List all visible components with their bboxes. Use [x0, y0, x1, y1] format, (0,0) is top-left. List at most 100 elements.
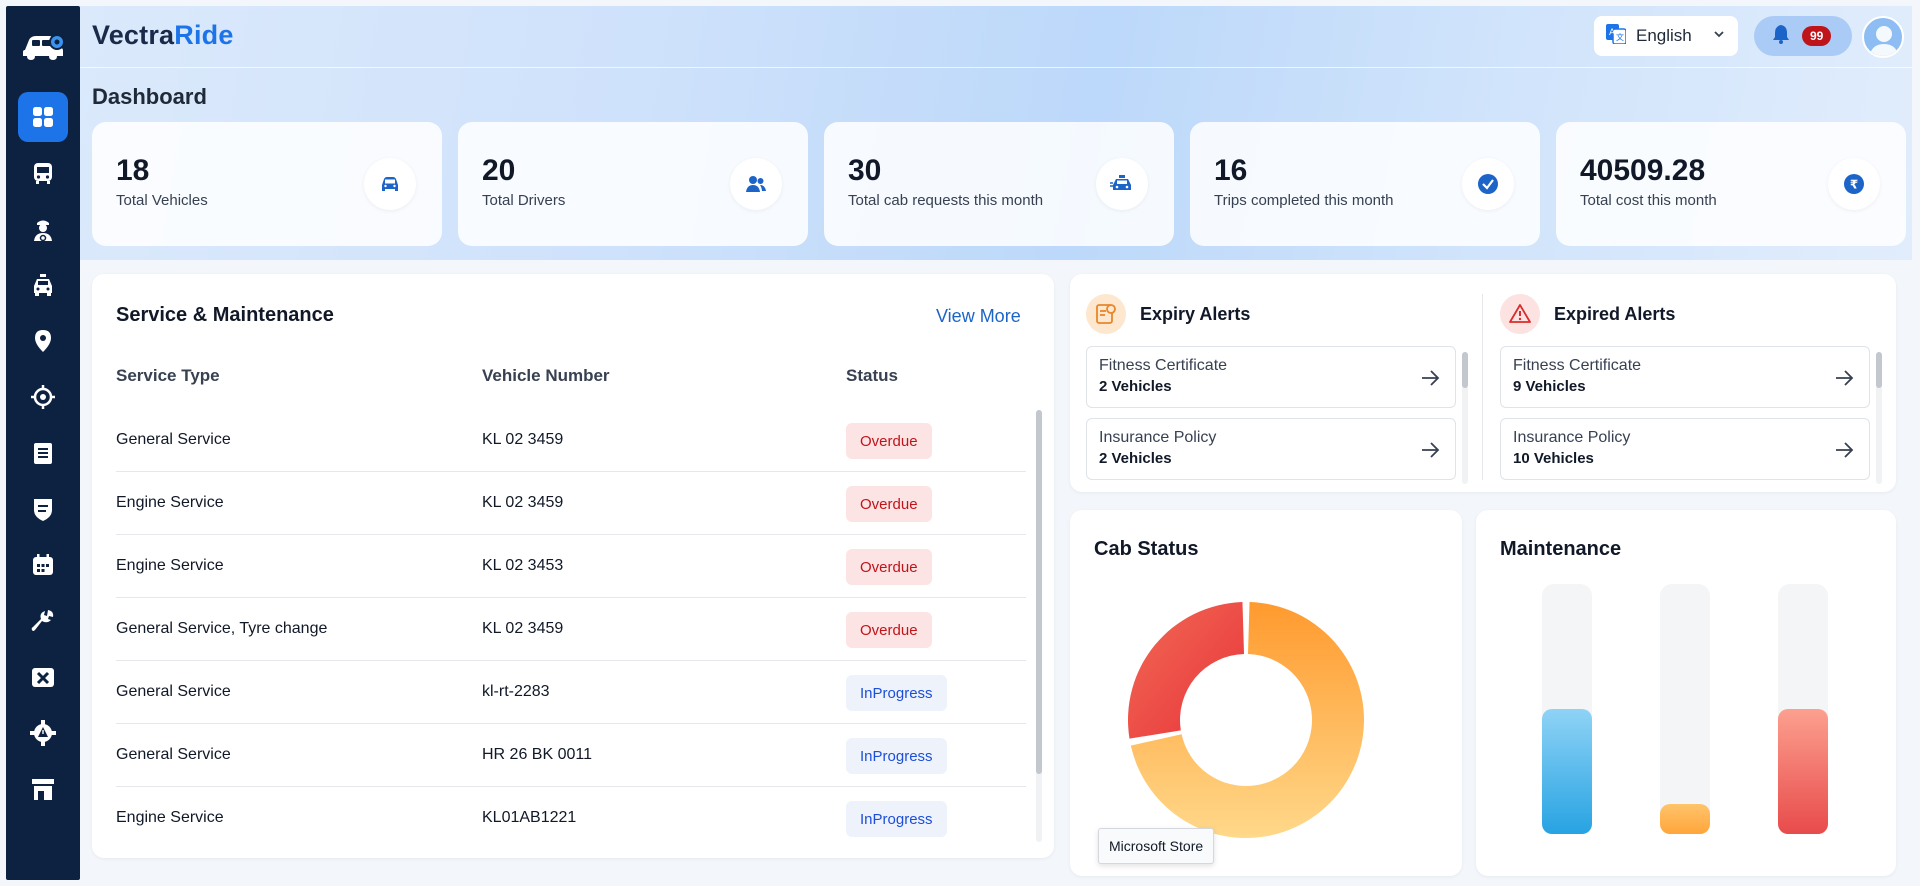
alert-item[interactable]: Insurance Policy 10 Vehicles	[1500, 418, 1870, 480]
service-type-cell: Engine Service	[116, 557, 224, 574]
vehicle-number-cell: kl-rt-2283	[482, 683, 550, 700]
alert-item-count: 10 Vehicles	[1513, 450, 1594, 467]
document-list-icon	[29, 439, 57, 467]
status-badge: Overdue	[846, 486, 932, 522]
maintenance-title: Maintenance	[1500, 538, 1622, 560]
alert-item[interactable]: Fitness Certificate 2 Vehicles	[1086, 346, 1456, 408]
alert-item[interactable]: Insurance Policy 2 Vehicles	[1086, 418, 1456, 480]
language-select[interactable]: A文 English	[1594, 16, 1738, 56]
dashboard-icon	[29, 103, 57, 131]
warning-icon	[1500, 294, 1540, 334]
chevron-down-icon	[1712, 26, 1726, 46]
sidebar-item-crosshair[interactable]	[18, 372, 68, 422]
status-badge: InProgress	[846, 738, 947, 774]
svg-text:文: 文	[1616, 32, 1624, 42]
taskbar-tooltip: Microsoft Store	[1098, 828, 1215, 864]
table-row[interactable]: General Service KL 02 3459 Overdue	[116, 410, 1026, 472]
translate-icon: A文	[1606, 23, 1627, 49]
status-badge: Overdue	[846, 549, 932, 585]
table-row[interactable]: General Service kl-rt-2283 InProgress	[116, 662, 1026, 724]
expiry-alerts-scrollbar[interactable]	[1462, 352, 1468, 484]
sidebar-item-wrench[interactable]	[18, 596, 68, 646]
certificate-icon	[1086, 294, 1126, 334]
sidebar-item-cab[interactable]	[18, 260, 68, 310]
bus-icon	[29, 159, 57, 187]
donut-slice-0[interactable]	[1128, 602, 1245, 739]
scrollbar-thumb[interactable]	[1462, 352, 1468, 388]
brand-part-1: Vectra	[92, 20, 175, 50]
table-row[interactable]: General Service HR 26 BK 0011 InProgress	[116, 725, 1026, 787]
users-icon	[730, 158, 782, 210]
sidebar-item-store[interactable]	[18, 764, 68, 814]
top-bar: VectraRide A文 English 99	[80, 6, 1912, 68]
column-header-service-type: Service Type	[116, 366, 220, 385]
sidebar-item-shield[interactable]	[18, 484, 68, 534]
svg-text:A: A	[1609, 28, 1616, 38]
table-row[interactable]: Engine Service KL 02 3453 Overdue	[116, 536, 1026, 598]
alert-item-count: 2 Vehicles	[1099, 450, 1172, 467]
service-type-cell: General Service	[116, 746, 231, 763]
table-row[interactable]: General Service, Tyre change KL 02 3459 Ov…	[116, 599, 1026, 661]
arrow-right-icon	[1833, 439, 1855, 466]
sidebar	[6, 6, 80, 880]
driver-icon	[29, 215, 57, 243]
table-row[interactable]: Engine Service KL 02 3459 Overdue	[116, 473, 1026, 535]
scrollbar-thumb[interactable]	[1036, 410, 1042, 774]
location-pin-icon	[29, 327, 57, 355]
store-icon	[29, 775, 57, 803]
brand-logo[interactable]: VectraRide	[92, 20, 234, 51]
vehicle-number-cell: HR 26 BK 0011	[482, 746, 592, 763]
sidebar-item-dashboard[interactable]	[18, 92, 68, 142]
service-table-scrollbar[interactable]	[1036, 410, 1042, 842]
sidebar-item-calendar[interactable]	[18, 540, 68, 590]
maintenance-bar-track	[1542, 584, 1592, 834]
sidebar-item-bus[interactable]	[18, 148, 68, 198]
stat-card[interactable]: 40509.28 Total cost this month ₹	[1556, 122, 1906, 246]
sidebar-item-document-list[interactable]	[18, 428, 68, 478]
column-header-status: Status	[846, 366, 898, 385]
vehicle-number-cell: KL 02 3459	[482, 494, 564, 511]
alert-item-count: 2 Vehicles	[1099, 378, 1172, 395]
scrollbar-thumb[interactable]	[1876, 352, 1882, 388]
stat-card[interactable]: 16 Trips completed this month	[1190, 122, 1540, 246]
maintenance-bar[interactable]	[1778, 709, 1828, 834]
stat-card[interactable]: 20 Total Drivers	[458, 122, 808, 246]
settings-alert-icon	[29, 719, 57, 747]
shield-icon	[29, 495, 57, 523]
service-maintenance-panel: Service & Maintenance View More Service …	[92, 274, 1054, 858]
maintenance-panel: Maintenance	[1476, 510, 1896, 876]
maintenance-bar[interactable]	[1542, 709, 1592, 834]
cab-icon	[29, 271, 57, 299]
expired-alerts-header: Expired Alerts	[1500, 294, 1675, 334]
table-row[interactable]: Engine Service KL01AB1221 InProgress	[116, 788, 1026, 850]
svg-text:₹: ₹	[1850, 178, 1858, 192]
check-circle-icon	[1462, 158, 1514, 210]
page-title: Dashboard	[92, 84, 207, 109]
status-badge: Overdue	[846, 423, 932, 459]
cab-status-donut-chart	[1128, 602, 1364, 838]
service-type-cell: Engine Service	[116, 494, 224, 511]
stat-card[interactable]: 18 Total Vehicles	[92, 122, 442, 246]
expired-alerts-scrollbar[interactable]	[1876, 352, 1882, 484]
maintenance-bar[interactable]	[1660, 804, 1710, 834]
language-selected: English	[1636, 26, 1692, 45]
alert-item-name: Insurance Policy	[1513, 429, 1631, 446]
service-panel-title: Service & Maintenance	[116, 304, 334, 326]
alert-item[interactable]: Fitness Certificate 9 Vehicles	[1500, 346, 1870, 408]
logo-cab-icon[interactable]	[17, 20, 69, 72]
alert-item-count: 9 Vehicles	[1513, 378, 1586, 395]
cab-status-panel: Cab Status	[1070, 510, 1462, 876]
user-avatar[interactable]	[1862, 16, 1904, 58]
expired-alerts-section: Expired Alerts Fitness Certificate 9 Vehi…	[1484, 274, 1884, 492]
stat-card[interactable]: 30 Total cab requests this month	[824, 122, 1174, 246]
view-more-link[interactable]: View More	[936, 306, 1021, 327]
sidebar-item-vehicle-off[interactable]	[18, 652, 68, 702]
sidebar-item-driver[interactable]	[18, 204, 68, 254]
sidebar-item-location-pin[interactable]	[18, 316, 68, 366]
arrow-right-icon	[1419, 367, 1441, 394]
alert-item-name: Fitness Certificate	[1513, 357, 1642, 374]
alert-item-name: Fitness Certificate	[1099, 357, 1228, 374]
notifications-button[interactable]: 99	[1754, 16, 1852, 56]
sidebar-item-settings-alert[interactable]	[18, 708, 68, 758]
status-badge: InProgress	[846, 675, 947, 711]
